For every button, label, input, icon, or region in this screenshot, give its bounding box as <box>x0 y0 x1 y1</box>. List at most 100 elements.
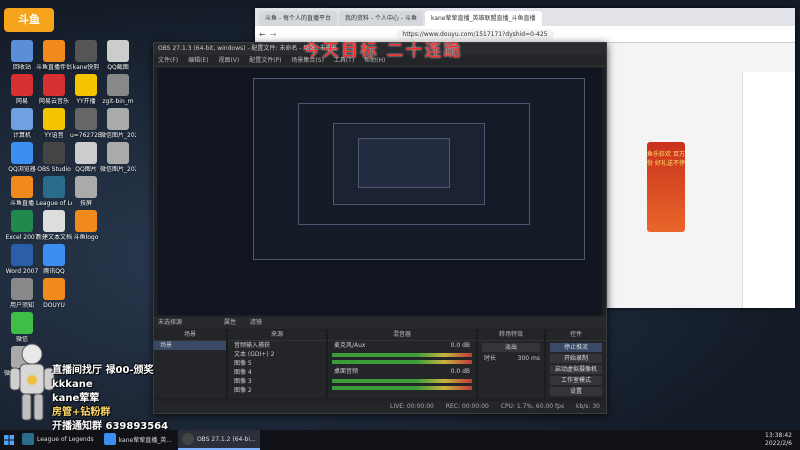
taskbar-clock[interactable]: 13:38:42 2022/2/6 <box>765 432 792 448</box>
chat-sidebar <box>742 72 795 308</box>
bitrate-status: kb/s: 30 <box>576 403 600 410</box>
mixer-channel-db: 0.0 dB <box>450 368 470 375</box>
desktop-icon[interactable]: Excel 2007 <box>4 210 40 241</box>
desktop-icon[interactable]: Word 2007 <box>4 244 40 275</box>
app-icon <box>11 40 33 62</box>
desktop-icon[interactable]: 回收站 <box>4 40 40 71</box>
taskbar: League of Legends kane荤荤直播_英... OBS 27.1… <box>0 430 800 450</box>
forward-icon[interactable]: → <box>270 30 277 39</box>
desktop-icon-label: YY开播 <box>76 98 96 105</box>
mixer-channel-db: 0.0 dB <box>450 342 470 349</box>
duration-field[interactable]: 300 ms <box>518 354 540 363</box>
desktop-icon[interactable]: QQ图片 <box>68 142 104 173</box>
browser-tab[interactable]: 我的资料 - 个人中心 - 斗鱼 <box>338 11 423 26</box>
desktop-icon[interactable]: YY语音 <box>36 108 72 139</box>
menu-edit[interactable]: 编辑(E) <box>188 57 208 64</box>
source-item[interactable]: 文本 (GDI+) 2 <box>228 350 326 359</box>
desktop-icon[interactable]: YY开播 <box>68 74 104 105</box>
taskbar-item-browser[interactable]: kane荤荤直播_英... <box>100 430 176 450</box>
desktop-icon[interactable]: 计算机 <box>4 108 40 139</box>
desktop-icon[interactable]: 网易云音乐 <box>36 74 72 105</box>
desktop-icon[interactable]: OBS Studio <box>36 142 72 173</box>
start-button[interactable] <box>0 430 18 450</box>
desktop-icon[interactable]: 斗鱼直播伴侣 <box>36 40 72 71</box>
desktop-icon[interactable]: 新建文本文档 <box>36 210 72 241</box>
taskbar-item-label: League of Legends <box>37 435 94 443</box>
volume-meter <box>332 379 472 383</box>
source-item[interactable]: 图像 4 <box>228 368 326 377</box>
menu-view[interactable]: 视图(V) <box>218 57 239 64</box>
promo-text: 鱼乐狂欢 百万份 好礼送不停 <box>647 151 685 167</box>
app-icon <box>43 278 65 300</box>
menu-file[interactable]: 文件(F) <box>158 57 178 64</box>
desktop-icon[interactable]: 微信图片_2021120 <box>100 142 136 173</box>
desktop-icon[interactable]: QQ浏览器 <box>4 142 40 173</box>
desktop-icon-label: 用户须知 <box>9 302 34 309</box>
volume-slider[interactable] <box>332 360 472 364</box>
room-admin-label: 房管+钻粉群 <box>52 407 111 418</box>
desktop-icon-label: kane快剪 <box>72 64 100 71</box>
promo-banner[interactable]: 鱼乐狂欢 百万份 好礼送不停 <box>647 142 685 232</box>
app-icon <box>75 176 97 198</box>
desktop-icon-label: QQ浏览器 <box>8 166 36 173</box>
desktop-icon[interactable]: zgit-bin_m <box>100 74 136 105</box>
settings-button[interactable]: 设置 <box>550 387 602 396</box>
transition-select[interactable]: 淡出 <box>482 343 540 352</box>
desktop-icon[interactable]: 技屏 <box>68 176 104 207</box>
taskbar-item-obs[interactable]: OBS 27.1.2 (64-bi... <box>177 430 260 450</box>
windows-icon <box>4 435 14 445</box>
source-item[interactable]: 图像 5 <box>228 359 326 368</box>
app-icon <box>43 74 65 96</box>
desktop-icon[interactable]: 微信图片_2021122 <box>100 108 136 139</box>
app-icon <box>107 74 129 96</box>
live-status: LIVE: 00:00:00 <box>389 403 434 410</box>
desktop-icon[interactable]: QQ截图 <box>100 40 136 71</box>
streamer-info-overlay: 直播间找厅 禄00-颁奖 kkkane kane荤荤 房管+钻粉群 开播通知群 … <box>52 364 168 434</box>
cpu-status: CPU: 1.7%, 60.00 fps <box>500 403 565 410</box>
obs-status-bar: LIVE: 00:00:00 REC: 00:00:00 CPU: 1.7%, … <box>154 401 606 413</box>
desktop-icon-label: League of Legends <box>36 200 72 207</box>
app-icon <box>43 210 65 232</box>
sources-title: 来源 <box>228 330 326 341</box>
desktop-icon[interactable]: League of Legends <box>36 176 72 207</box>
desktop-icon[interactable]: kane快剪 <box>68 40 104 71</box>
douyu-logo: 斗鱼 <box>4 8 54 32</box>
back-icon[interactable]: ← <box>259 30 266 39</box>
desktop-icon[interactable]: 腾讯QQ <box>36 244 72 275</box>
clock-time: 13:38:42 <box>765 432 792 439</box>
desktop-icon-label: 微信图片_2021122 <box>100 132 136 139</box>
filters-button[interactable]: 滤镜 <box>250 319 262 326</box>
obs-preview[interactable] <box>158 68 602 315</box>
source-item[interactable]: 音频输入捕获 <box>228 341 326 350</box>
desktop-icon[interactable]: 微信 <box>4 312 40 343</box>
live-title: 直播间找厅 禄00-颁奖 <box>52 365 154 376</box>
properties-button[interactable]: 属性 <box>224 319 236 326</box>
studio-mode-button[interactable]: 工作室模式 <box>550 376 602 385</box>
desktop-icon[interactable]: 网易 <box>4 74 40 105</box>
desktop-icon[interactable]: u=76272B <box>68 108 104 139</box>
app-icon <box>107 108 129 130</box>
source-item[interactable]: 图像 3 <box>228 377 326 386</box>
browser-tab-active[interactable]: kane荤荤直播_英雄联盟直播_斗鱼直播 <box>424 11 542 26</box>
desktop-icon[interactable]: 斗鱼logo <box>68 210 104 241</box>
obs-window: OBS 27.1.3 (64-bit, windows) - 配置文件: 未命名… <box>153 42 607 414</box>
streamer-wechat: kane荤荤 <box>52 393 100 404</box>
menu-profile[interactable]: 配置文件(P) <box>249 57 281 64</box>
virtual-camera-button[interactable]: 启动虚拟摄像机 <box>550 365 602 374</box>
browser-tab[interactable]: 斗鱼 - 每个人的直播平台 <box>259 11 337 26</box>
desktop-icon[interactable]: DOUYU <box>36 278 72 309</box>
desktop-icon[interactable]: 用户须知 <box>4 278 40 309</box>
volume-slider[interactable] <box>332 386 472 390</box>
stop-streaming-button[interactable]: 停止推流 <box>550 343 602 352</box>
source-item[interactable]: 图像 2 <box>228 386 326 395</box>
goal-overlay-text: 今天目标 二十连跪 <box>303 41 463 61</box>
obs-docks: 场景 场景 来源 音频输入捕获 文本 (GDI+) 2 图像 5 图像 4 图像… <box>154 330 606 398</box>
app-icon <box>11 74 33 96</box>
taskbar-item-lol[interactable]: League of Legends <box>18 430 98 450</box>
desktop-icon[interactable]: 斗鱼直播 <box>4 176 40 207</box>
scene-item[interactable]: 场景 <box>154 341 226 350</box>
controls-dock: 控件 停止推流 开始录制 启动虚拟摄像机 工作室模式 设置 <box>546 330 606 398</box>
start-recording-button[interactable]: 开始录制 <box>550 354 602 363</box>
transitions-title: 转场特效 <box>478 330 544 341</box>
app-icon <box>75 142 97 164</box>
